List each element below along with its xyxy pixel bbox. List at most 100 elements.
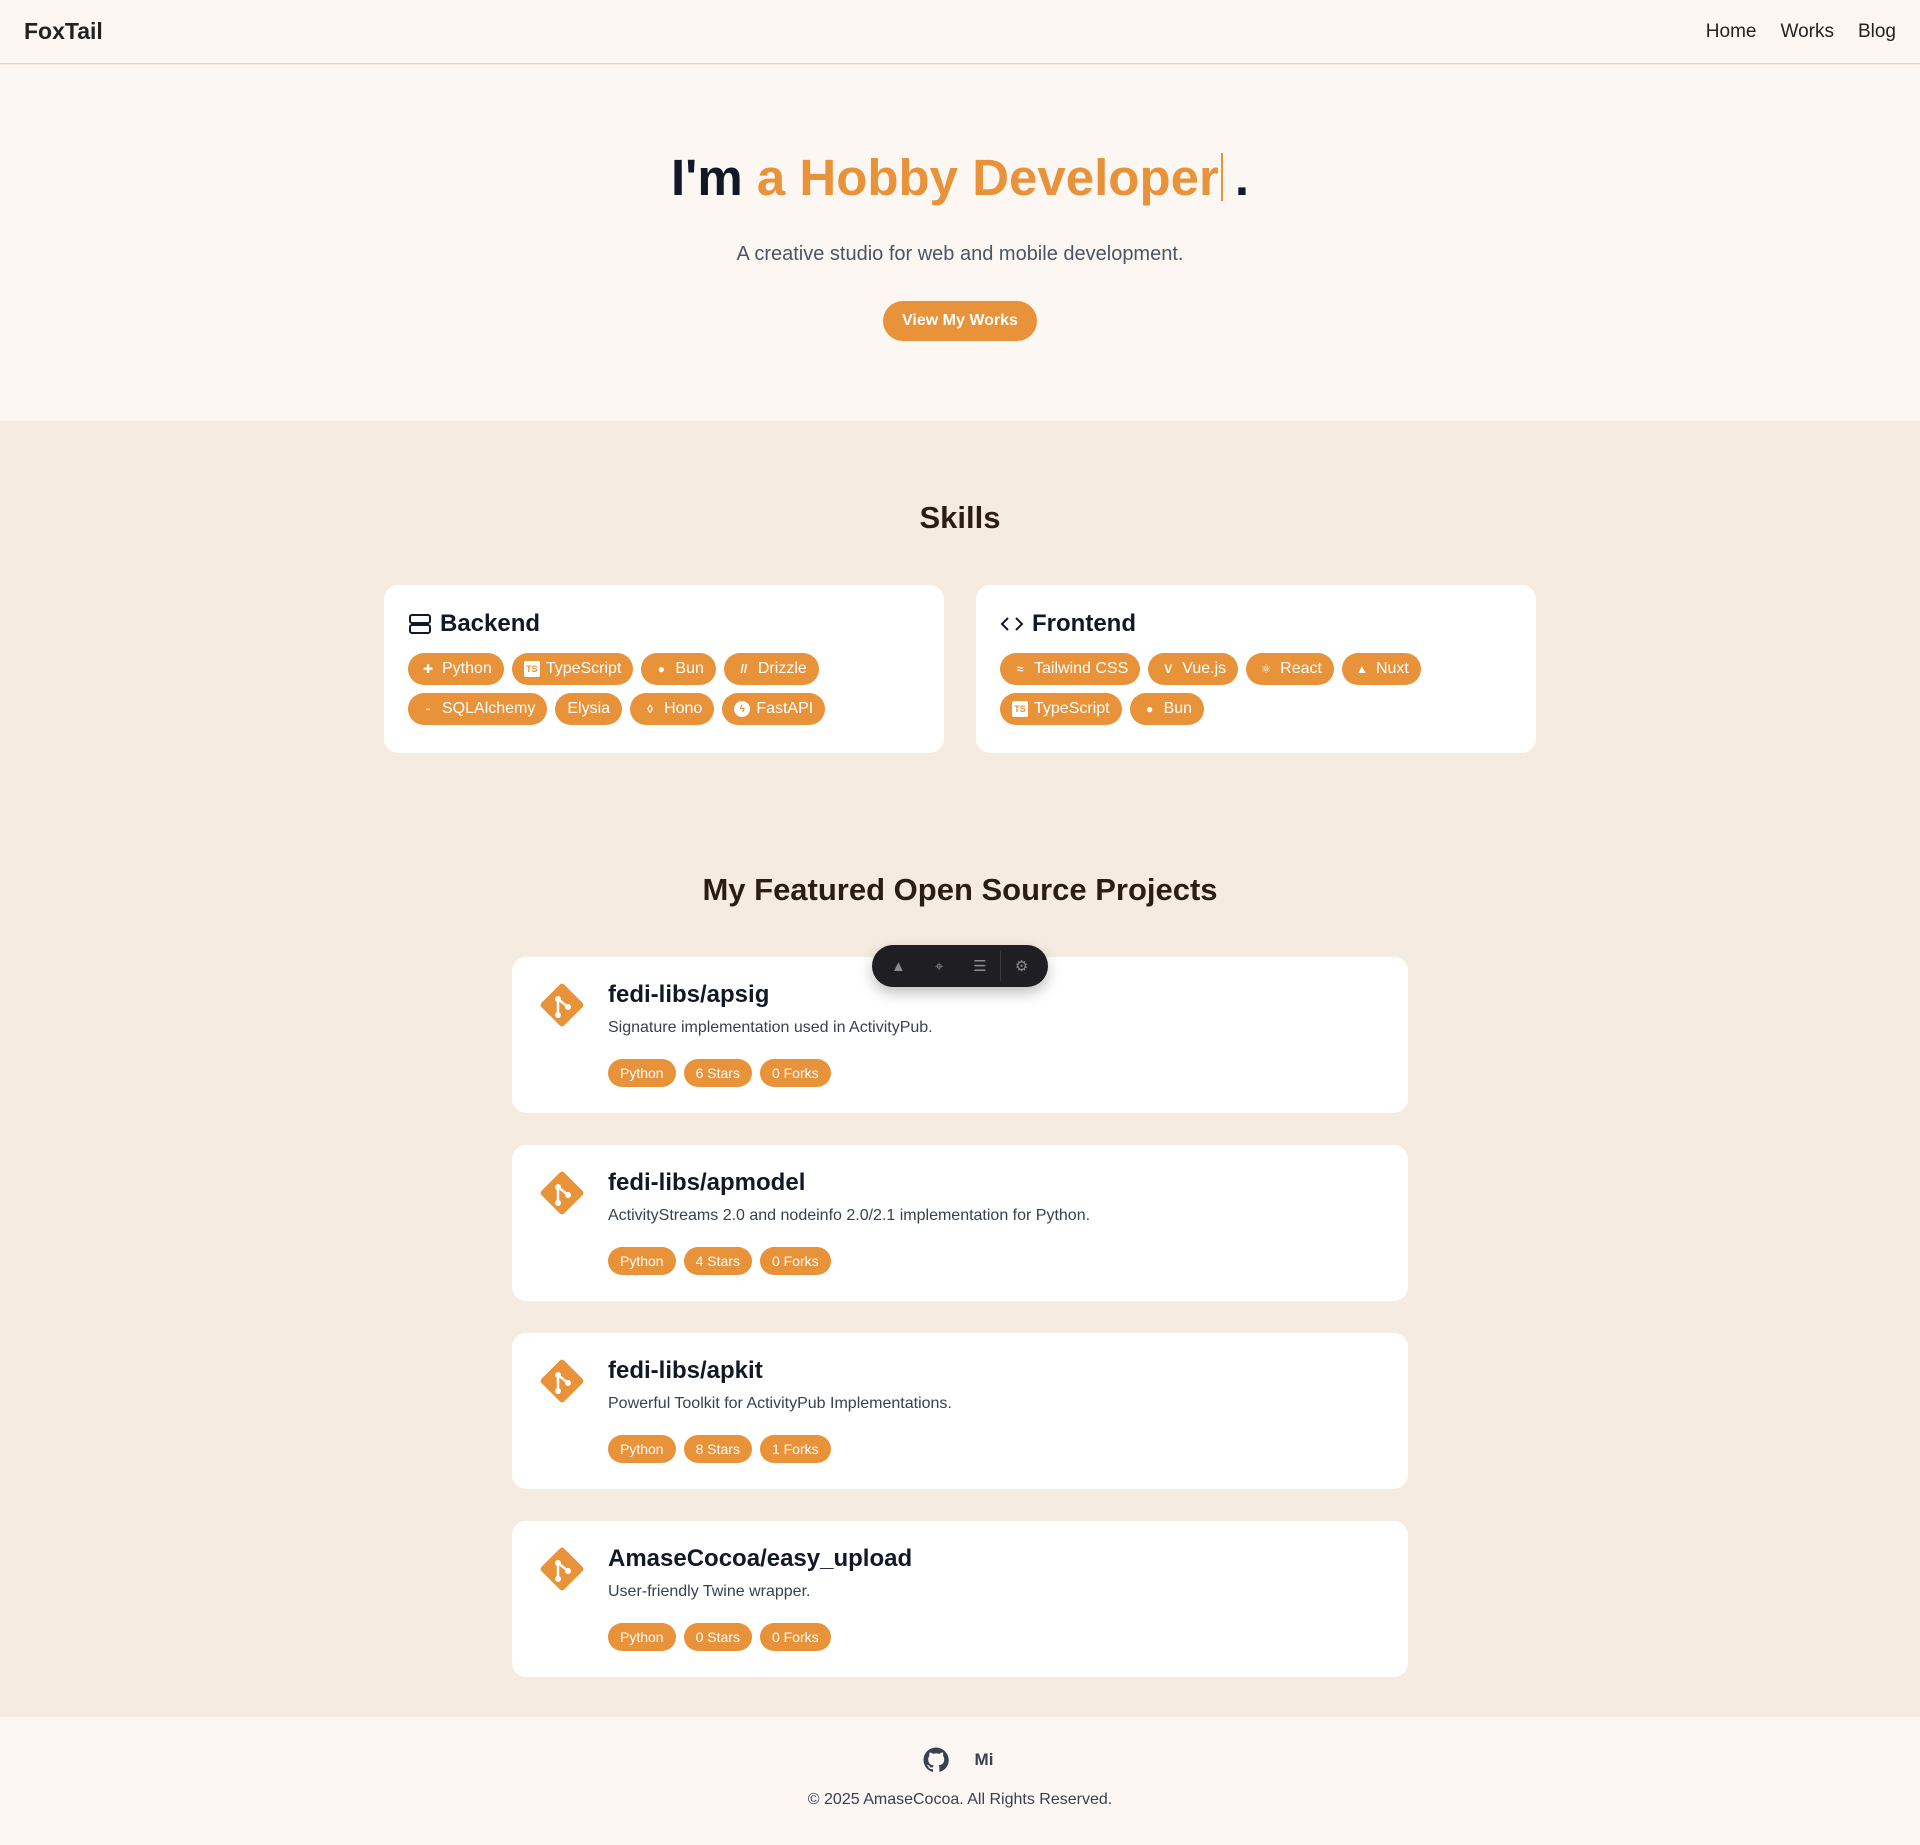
nav-blog[interactable]: Blog <box>1858 21 1896 43</box>
project-name[interactable]: fedi-libs/apkit <box>608 1357 952 1389</box>
forks-badge: 0 Forks <box>759 1059 831 1087</box>
skill-chip: ⚛ React <box>1246 653 1334 685</box>
project-name[interactable]: AmaseCocoa/easy_upload <box>608 1545 912 1577</box>
project-body: fedi-libs/apkit Powerful Toolkit for Act… <box>608 1357 952 1463</box>
brand-logo[interactable]: FoxTail <box>24 18 103 45</box>
backend-skill-list: ✚ Python TS TypeScript ● Bun // Drizzle ~ SQL… <box>408 653 908 725</box>
typescript-icon: TS <box>523 661 540 677</box>
stars-badge: 6 Stars <box>683 1059 752 1087</box>
code-icon <box>1000 617 1024 631</box>
hero-highlight: a Hobby Developer <box>756 149 1219 206</box>
skills-title: Skills <box>919 500 1001 535</box>
skill-label: FastAPI <box>756 700 814 717</box>
project-badges: Python 4 Stars 0 Forks <box>608 1247 1090 1275</box>
forks-badge: 1 Forks <box>759 1435 831 1463</box>
site-footer: Mi © 2025 AmaseCocoa. All Rights Reserve… <box>0 1717 1920 1845</box>
project-badges: Python 8 Stars 1 Forks <box>608 1435 952 1463</box>
projects-title: My Featured Open Source Projects <box>702 872 1218 907</box>
skill-label: React <box>1280 660 1322 677</box>
project-name[interactable]: fedi-libs/apmodel <box>608 1169 1090 1201</box>
frontend-header: Frontend <box>1000 609 1512 639</box>
project-badges: Python 0 Stars 0 Forks <box>608 1623 912 1651</box>
project-card[interactable]: fedi-libs/apkit Powerful Toolkit for Act… <box>512 1333 1408 1489</box>
devtools-toolbar: ▲ ⌖ ☰ ⚙ <box>872 945 1048 987</box>
misskey-icon[interactable]: Mi <box>971 1747 997 1773</box>
hono-icon: ◊ <box>647 702 654 716</box>
stars-badge: 0 Stars <box>683 1623 752 1651</box>
skill-chip: TS TypeScript <box>511 653 634 685</box>
bun-icon: ● <box>657 662 666 676</box>
skill-chip: Elysia <box>555 693 623 725</box>
git-icon <box>540 1171 584 1215</box>
language-badge: Python <box>608 1623 676 1651</box>
skill-label: Vue.js <box>1182 660 1227 677</box>
language-badge: Python <box>608 1247 676 1275</box>
skill-chip: ● Bun <box>1129 693 1205 725</box>
skill-label: Bun <box>675 660 704 677</box>
skill-label: Python <box>442 660 492 677</box>
skill-chip: ✚ Python <box>408 653 504 685</box>
project-card[interactable]: AmaseCocoa/easy_upload User-friendly Twi… <box>512 1521 1408 1677</box>
github-icon[interactable] <box>923 1747 949 1773</box>
language-badge: Python <box>608 1435 676 1463</box>
project-body: fedi-libs/apsig Signature implementation… <box>608 981 933 1087</box>
skill-label: TypeScript <box>545 660 622 677</box>
forks-badge: 0 Forks <box>759 1623 831 1651</box>
main-nav: Home Works Blog <box>1706 21 1896 43</box>
project-description: ActivityStreams 2.0 and nodeinfo 2.0/2.1… <box>608 1207 1091 1224</box>
copyright-text: © 2025 AmaseCocoa. All Rights Reserved. <box>807 1791 1113 1808</box>
vue-icon: V <box>1164 662 1173 676</box>
astro-logo-icon[interactable]: ▲ <box>878 951 919 981</box>
git-icon <box>540 1359 584 1403</box>
skill-chip: // Drizzle <box>723 653 819 685</box>
stars-badge: 8 Stars <box>683 1435 752 1463</box>
skill-label: Nuxt <box>1375 660 1409 677</box>
skill-label: Hono <box>664 700 703 717</box>
nav-works[interactable]: Works <box>1780 21 1833 43</box>
skill-chip: ϟ FastAPI <box>722 693 826 725</box>
hero-tagline: A creative studio for web and mobile dev… <box>736 243 1184 265</box>
skill-label: SQLAlchemy <box>442 700 536 717</box>
view-works-button[interactable]: View My Works <box>883 301 1037 341</box>
hero-prefix: I'm <box>671 149 743 206</box>
project-card[interactable]: fedi-libs/apmodel ActivityStreams 2.0 an… <box>512 1145 1408 1301</box>
gear-icon[interactable]: ⚙ <box>1001 951 1042 981</box>
project-badges: Python 6 Stars 0 Forks <box>608 1059 933 1087</box>
project-description: Signature implementation used in Activit… <box>608 1019 933 1036</box>
project-description: User-friendly Twine wrapper. <box>608 1583 811 1600</box>
skill-label: Bun <box>1163 700 1193 717</box>
tailwind-icon: ≈ <box>1016 662 1024 676</box>
social-links: Mi <box>0 1747 1920 1773</box>
skill-chip: ▲ Nuxt <box>1341 653 1421 685</box>
site-header: FoxTail Home Works Blog <box>0 0 1920 64</box>
skill-label: TypeScript <box>1034 700 1110 717</box>
sqlalchemy-icon: ~ <box>425 704 431 714</box>
frontend-card: Frontend ≈ Tailwind CSS V Vue.js ⚛ React ▲ N… <box>976 585 1536 753</box>
skill-chip: ≈ Tailwind CSS <box>1000 653 1141 685</box>
skill-chip: TS TypeScript <box>1000 693 1122 725</box>
inspect-icon[interactable]: ⌖ <box>919 951 960 981</box>
frontend-title: Frontend <box>1032 610 1136 637</box>
project-name[interactable]: fedi-libs/apsig <box>608 981 933 1013</box>
project-body: fedi-libs/apmodel ActivityStreams 2.0 an… <box>608 1169 1090 1275</box>
git-icon <box>540 983 584 1027</box>
project-description: Powerful Toolkit for ActivityPub Impleme… <box>608 1395 952 1412</box>
skill-chip: ~ SQLAlchemy <box>408 693 548 725</box>
frontend-skill-list: ≈ Tailwind CSS V Vue.js ⚛ React ▲ Nuxt TS Typ… <box>1000 653 1500 725</box>
server-icon <box>409 614 431 634</box>
project-body: AmaseCocoa/easy_upload User-friendly Twi… <box>608 1545 912 1651</box>
skill-chip: ● Bun <box>641 653 716 685</box>
audit-icon[interactable]: ☰ <box>960 951 1001 981</box>
skill-label: Elysia <box>567 700 611 717</box>
hero-section: I'm a Hobby Developer. A creative studio… <box>0 65 1920 421</box>
python-icon: ✚ <box>422 662 434 676</box>
hero-heading: I'm a Hobby Developer. <box>0 148 1920 207</box>
skill-label: Drizzle <box>757 660 807 677</box>
typescript-icon: TS <box>1012 701 1028 717</box>
forks-badge: 0 Forks <box>759 1247 831 1275</box>
hero-suffix: . <box>1234 149 1249 206</box>
nav-home[interactable]: Home <box>1706 21 1757 43</box>
backend-title: Backend <box>440 610 541 637</box>
backend-card: Backend ✚ Python TS TypeScript ● Bun // Driz… <box>384 585 944 753</box>
git-icon <box>540 1547 584 1591</box>
